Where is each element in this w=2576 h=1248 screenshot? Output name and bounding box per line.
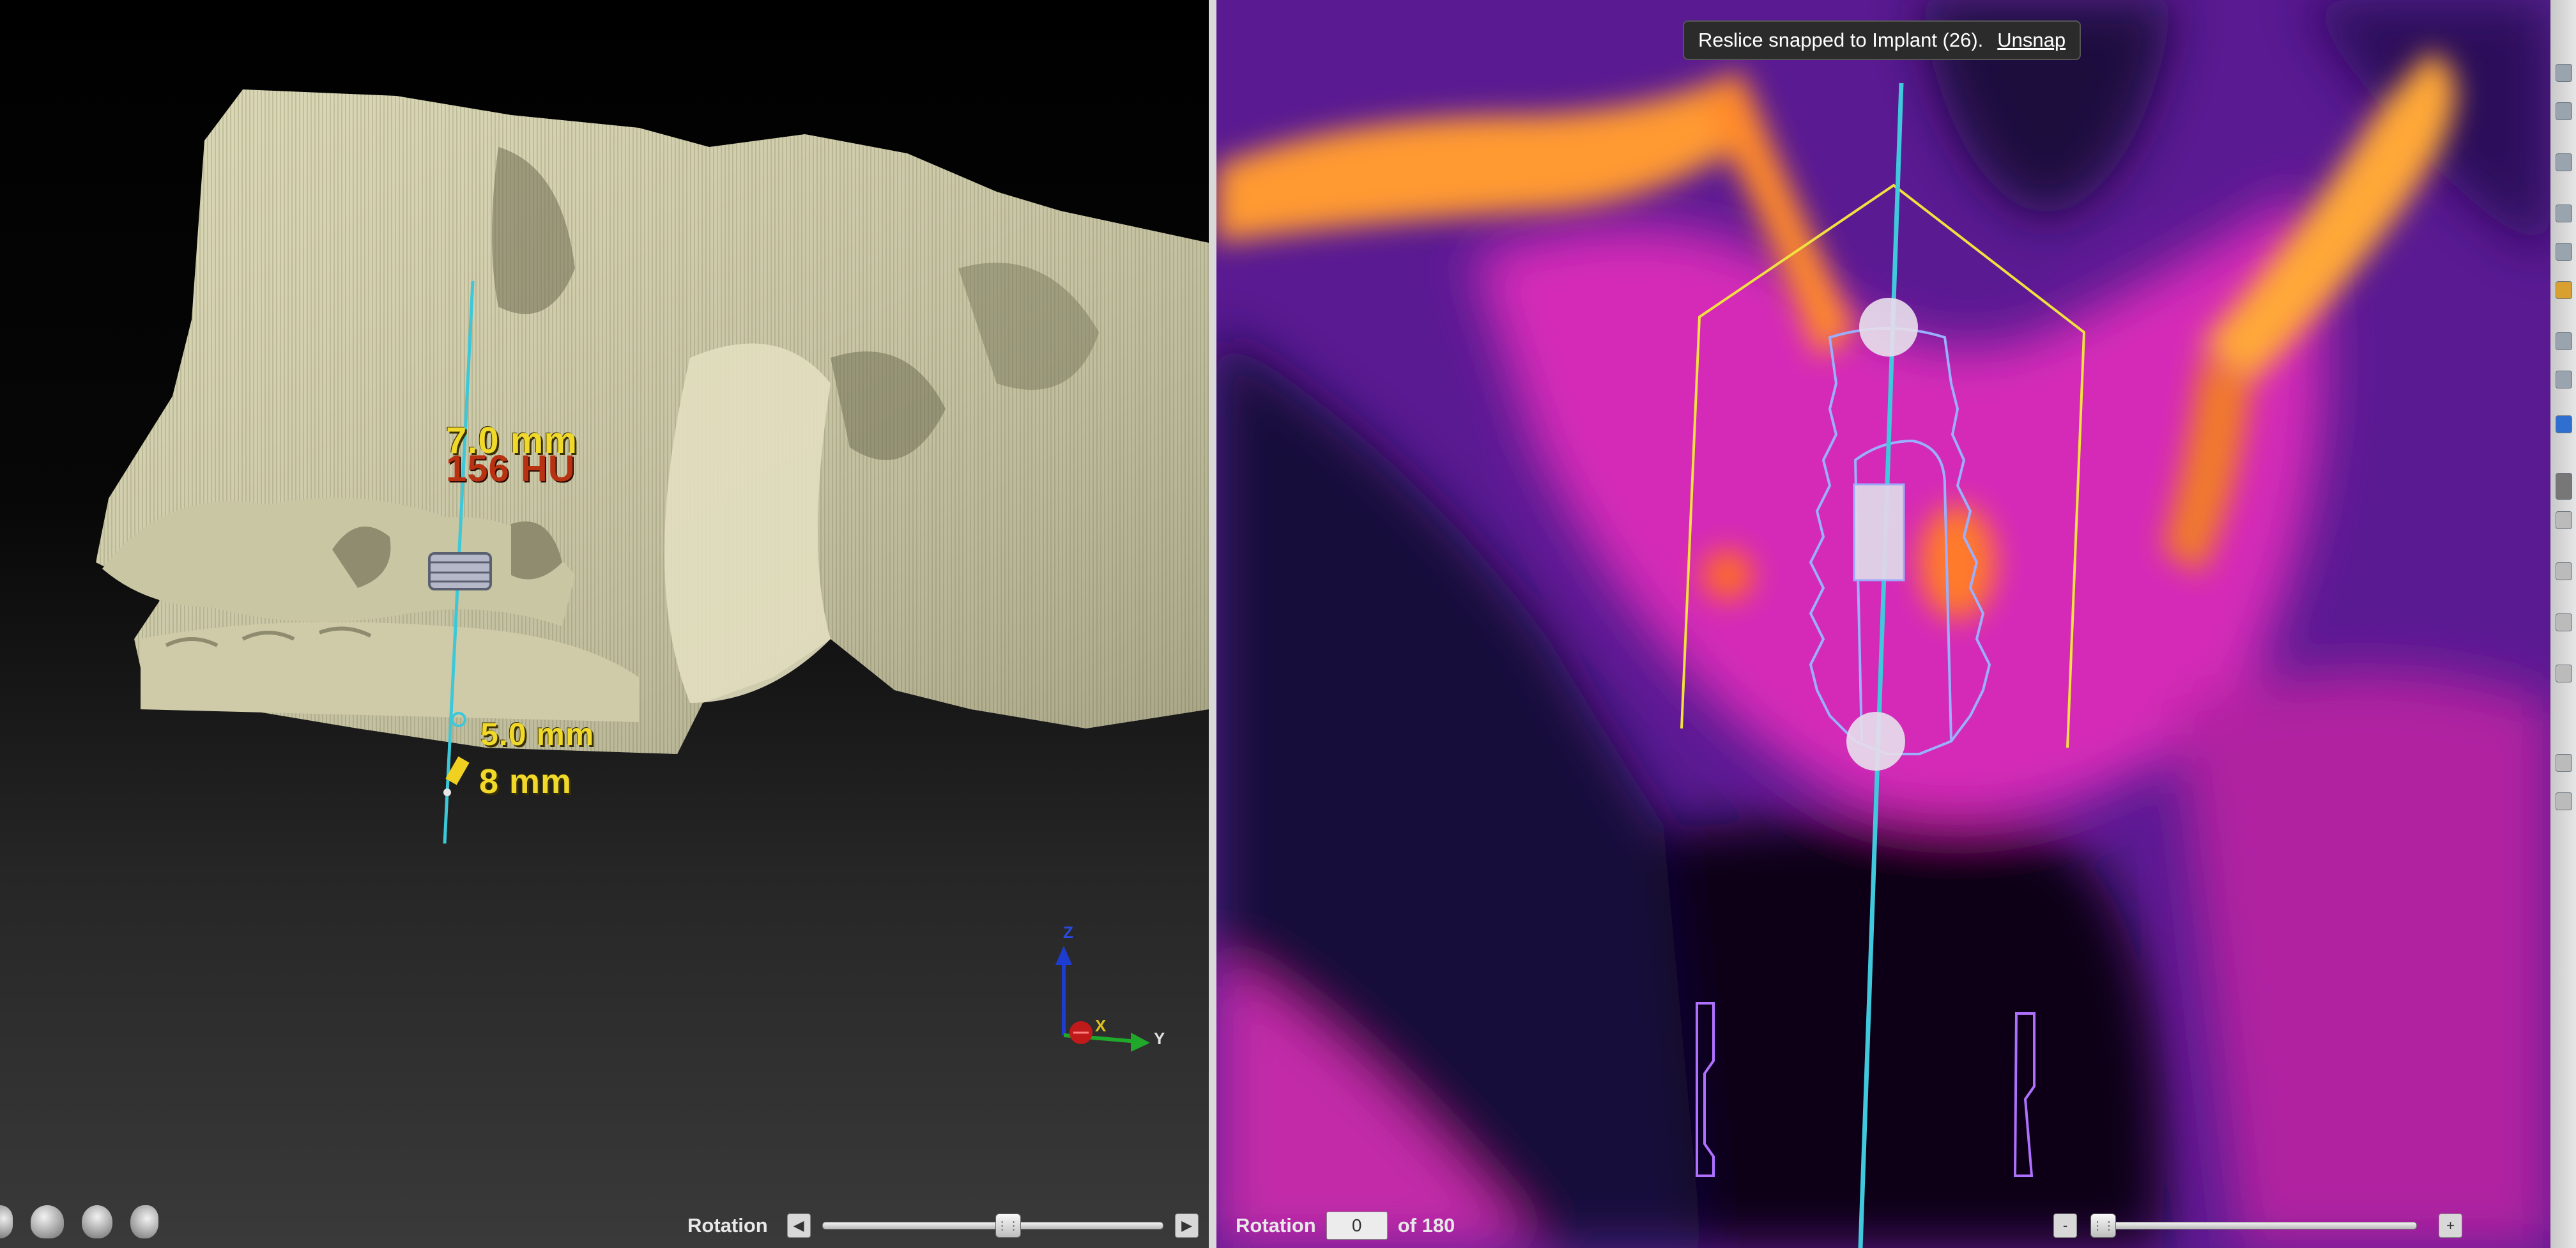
tool-icon[interactable] bbox=[2556, 562, 2572, 580]
skull-icon[interactable] bbox=[0, 1205, 13, 1238]
tool-icon[interactable] bbox=[2556, 613, 2572, 631]
3d-view-panel[interactable]: 7.0 mm 156 HU 5.0 mm 8 mm Z X Y Rotation… bbox=[0, 0, 1209, 1248]
tool-icon[interactable] bbox=[2556, 415, 2572, 433]
skull-profile-icon[interactable] bbox=[130, 1205, 158, 1238]
rotate-right-button[interactable]: ▶ bbox=[1175, 1213, 1199, 1238]
panel-divider[interactable] bbox=[1209, 0, 1216, 1248]
tool-icon[interactable] bbox=[2556, 754, 2572, 772]
orientation-axes bbox=[1055, 946, 1150, 1052]
unsnap-link[interactable]: Unsnap bbox=[1997, 29, 2066, 52]
implant-top-marker bbox=[1859, 298, 1918, 357]
reslice-view-panel[interactable]: Rotation of 180 - ⋮⋮ + bbox=[1216, 0, 2550, 1248]
reslice-image bbox=[1216, 0, 2550, 1248]
tool-icon[interactable] bbox=[2556, 371, 2572, 389]
tool-icon[interactable] bbox=[2556, 243, 2572, 261]
tool-icon[interactable] bbox=[2556, 153, 2572, 171]
snap-notification: Reslice snapped to Implant (26). Unsnap bbox=[1683, 20, 2082, 60]
rotation-label: Rotation bbox=[687, 1214, 768, 1236]
reslice-rotation-control: Rotation of 180 bbox=[1236, 1203, 1568, 1248]
rotation-value-input[interactable] bbox=[1326, 1212, 1388, 1240]
axis-z-label: Z bbox=[1063, 923, 1073, 942]
skull-icon[interactable] bbox=[82, 1205, 112, 1238]
minus-icon: - bbox=[2062, 1217, 2068, 1233]
axis-x-label: X bbox=[1095, 1016, 1107, 1035]
plus-icon: + bbox=[2446, 1217, 2455, 1233]
reslice-rotation-slider-group: - ⋮⋮ + bbox=[2053, 1203, 2463, 1248]
rotation-plus-button[interactable]: + bbox=[2438, 1213, 2463, 1238]
implant-3d bbox=[428, 552, 492, 590]
grip-icon: ⋮⋮ bbox=[996, 1219, 1020, 1232]
tool-icon[interactable] bbox=[2556, 281, 2572, 299]
view-preset-toolbar bbox=[0, 1205, 158, 1238]
tool-icon[interactable] bbox=[2556, 473, 2572, 500]
reslice-rotation-slider-thumb[interactable]: ⋮⋮ bbox=[2090, 1213, 2117, 1238]
measure-implant-width: 5.0 mm bbox=[480, 716, 595, 752]
tool-icon[interactable] bbox=[2556, 102, 2572, 120]
implant-bottom-marker bbox=[1846, 712, 1905, 771]
rotate-left-button[interactable]: ◀ bbox=[786, 1213, 811, 1238]
rotation-of-label: of 180 bbox=[1397, 1214, 1455, 1236]
tool-icon[interactable] bbox=[2556, 64, 2572, 82]
measure-hounsfield: 156 HU bbox=[446, 448, 576, 489]
rotation-slider-track[interactable]: ⋮⋮ bbox=[822, 1213, 1164, 1238]
3d-rotation-control: Rotation ◀ ⋮⋮ ▶ bbox=[687, 1203, 1199, 1248]
reslice-rotation-slider-track[interactable]: ⋮⋮ bbox=[2090, 1213, 2417, 1238]
rotation-minus-button[interactable]: - bbox=[2053, 1213, 2078, 1238]
axis-y-label: Y bbox=[1154, 1029, 1165, 1048]
chevron-left-icon: ◀ bbox=[793, 1217, 804, 1233]
chevron-right-icon: ▶ bbox=[1181, 1217, 1193, 1233]
tool-icon[interactable] bbox=[2556, 792, 2572, 810]
snap-message: Reslice snapped to Implant (26). bbox=[1698, 29, 1984, 51]
tool-icon[interactable] bbox=[2556, 332, 2572, 350]
implant-abutment bbox=[1853, 483, 1905, 582]
side-toolbar bbox=[2550, 0, 2576, 1248]
measure-implant-length: 8 mm bbox=[479, 762, 572, 801]
tool-icon[interactable] bbox=[2556, 665, 2572, 682]
rotation-slider-thumb[interactable]: ⋮⋮ bbox=[995, 1213, 1021, 1238]
tool-icon[interactable] bbox=[2556, 204, 2572, 222]
tool-icon[interactable] bbox=[2556, 511, 2572, 529]
skull-icon[interactable] bbox=[31, 1205, 64, 1238]
grip-icon: ⋮⋮ bbox=[2092, 1219, 2115, 1232]
3d-scene bbox=[96, 89, 1209, 844]
reslice-rotation-label: Rotation bbox=[1236, 1214, 1316, 1236]
